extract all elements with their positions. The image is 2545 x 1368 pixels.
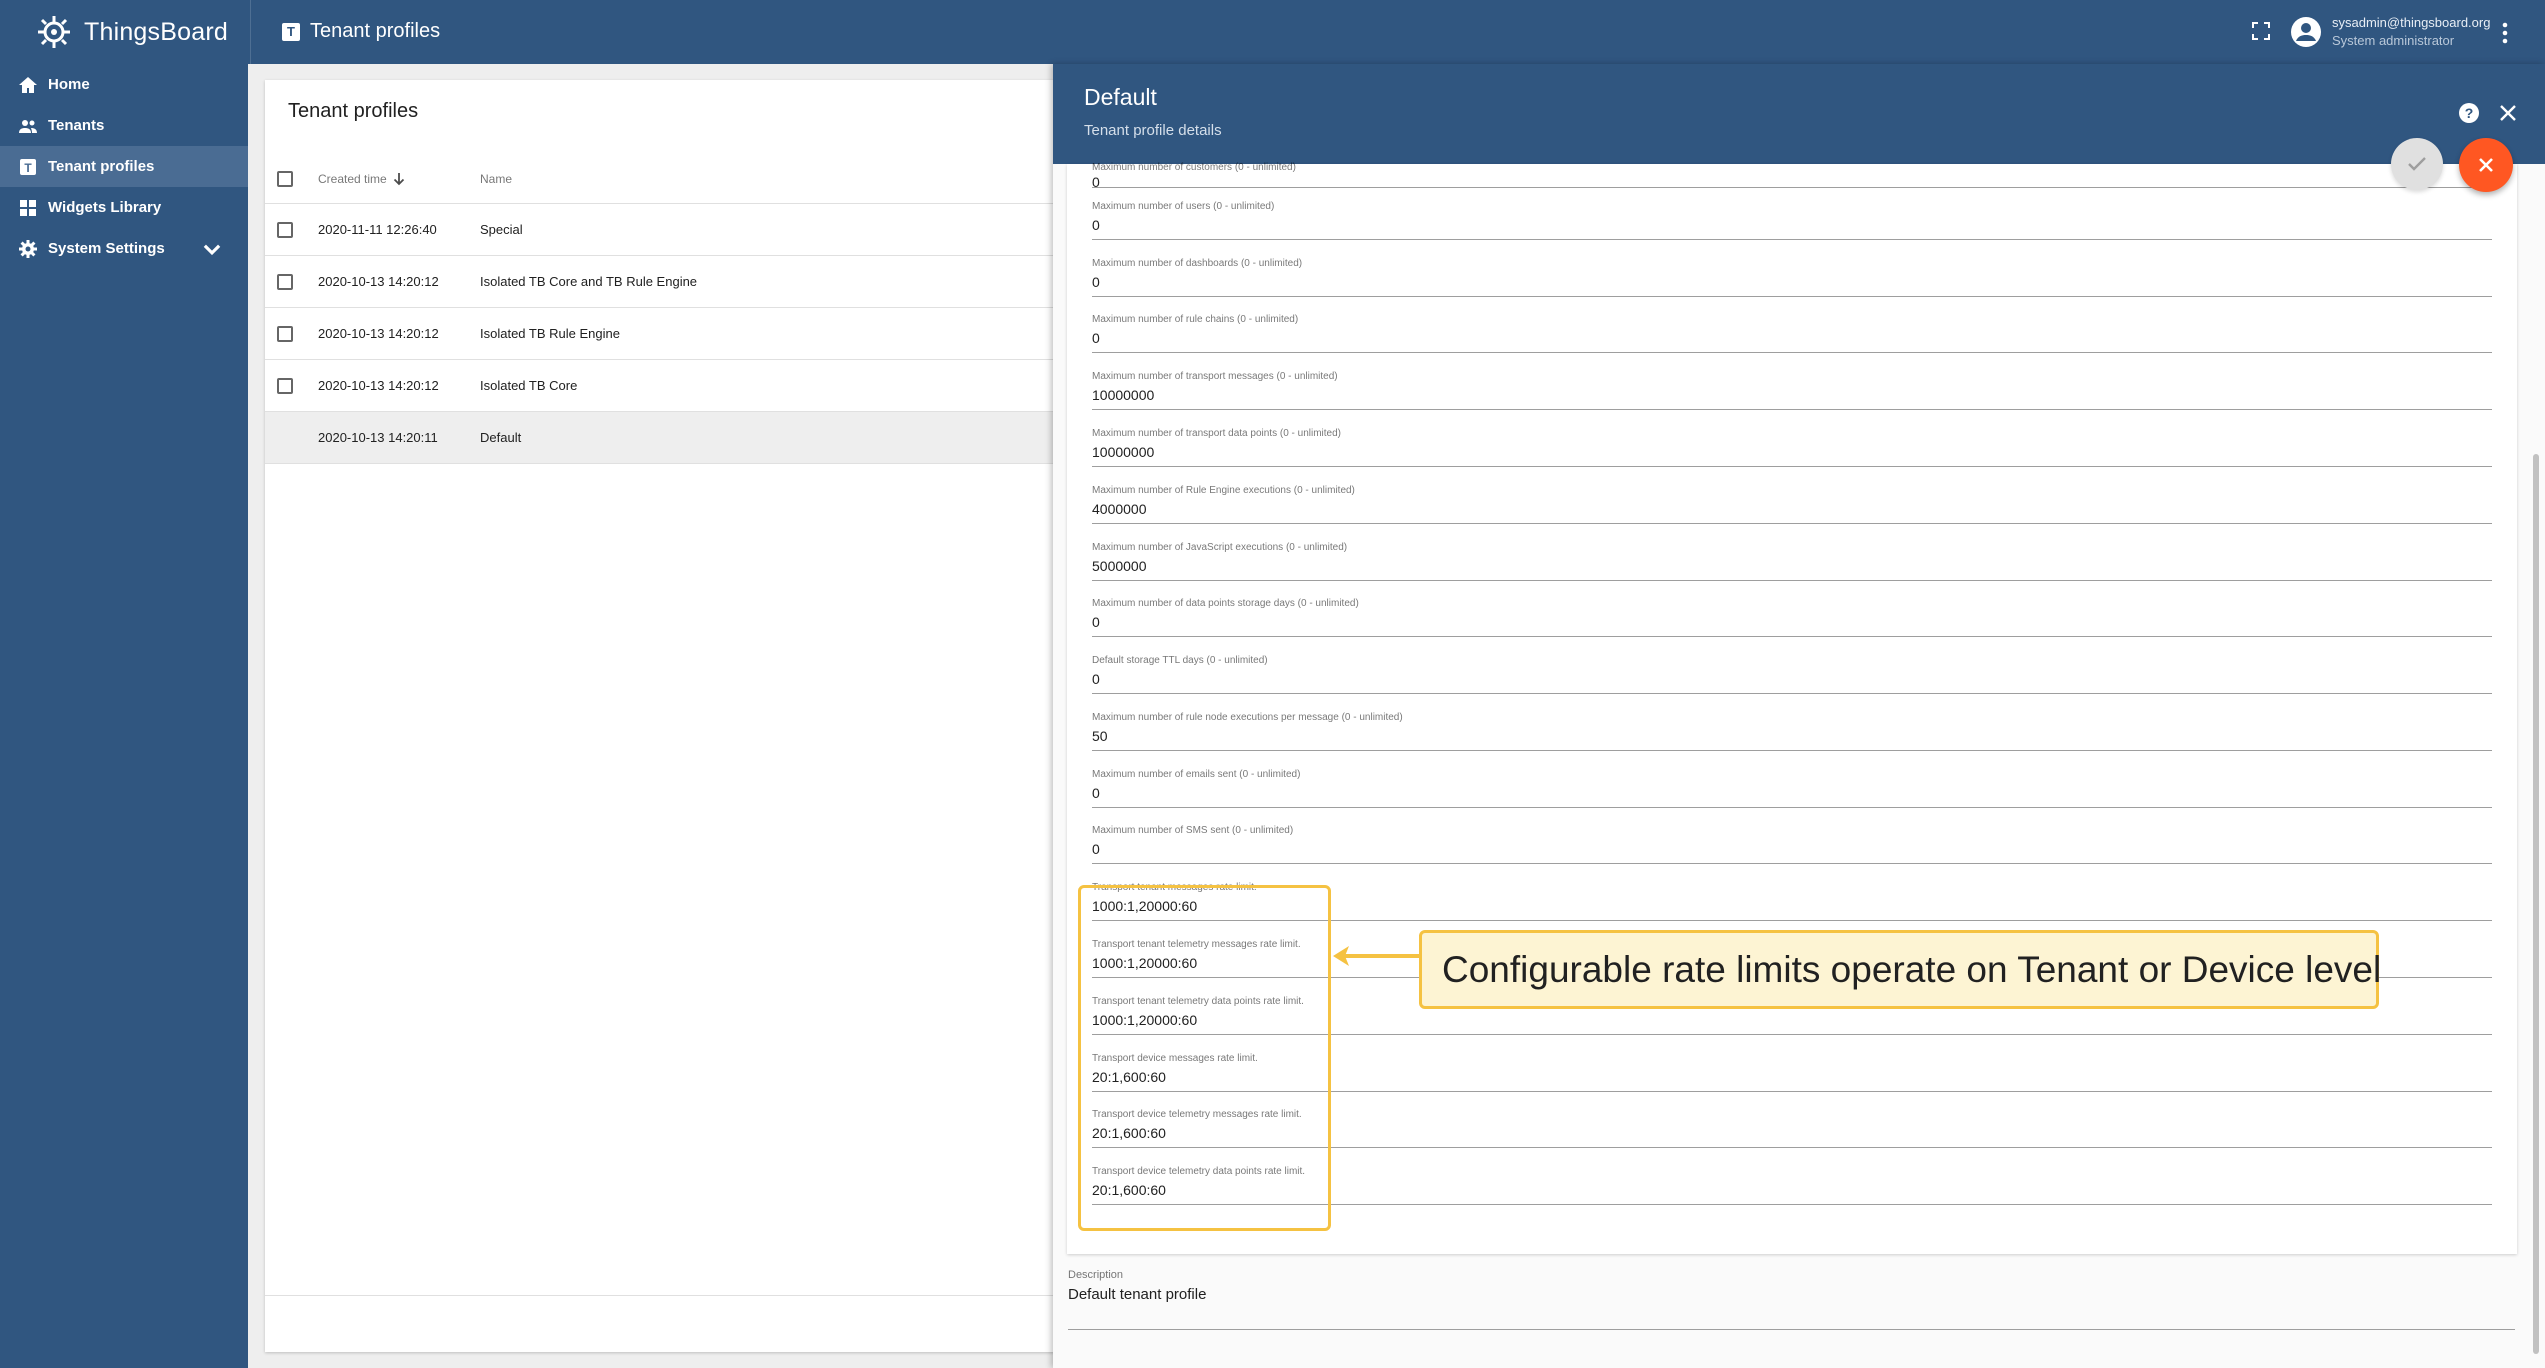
tenant-profile-icon: T (282, 22, 300, 41)
help-icon[interactable]: ? (2458, 102, 2480, 124)
tenant-profile-icon: T (20, 158, 36, 175)
user-menu[interactable]: sysadmin@thingsboard.org System administ… (2290, 14, 2490, 50)
more-vert-icon[interactable] (2502, 22, 2508, 44)
svg-text:T: T (24, 161, 32, 175)
save-button[interactable] (2391, 138, 2443, 190)
account-circle-icon (2291, 17, 2321, 47)
sidebar-item-label: Home (48, 76, 90, 93)
check-icon (2408, 157, 2426, 171)
app-name: ThingsBoard (84, 17, 228, 46)
chevron-down-icon[interactable] (202, 240, 222, 260)
field-max-emails[interactable]: Maximum number of emails sent (0 - unlim… (1092, 769, 2492, 825)
cell-name: Isolated TB Core (480, 378, 578, 393)
field-max-users[interactable]: Maximum number of users (0 - unlimited) … (1092, 201, 2492, 257)
gear-icon (19, 239, 37, 258)
field-max-dashboards[interactable]: Maximum number of dashboards (0 - unlimi… (1092, 258, 2492, 314)
table-title: Tenant profiles (288, 100, 419, 122)
sidebar-item-label: System Settings (48, 240, 165, 257)
field-max-rule-engine-executions[interactable]: Maximum number of Rule Engine executions… (1092, 485, 2492, 541)
rate-limits-highlight-box (1078, 885, 1331, 1231)
select-all-checkbox[interactable] (277, 171, 293, 187)
column-header-created-time[interactable]: Created time (318, 172, 405, 186)
field-max-transport-messages[interactable]: Maximum number of transport messages (0 … (1092, 371, 2492, 427)
cell-name: Isolated TB Core and TB Rule Engine (480, 274, 698, 289)
table-header: Created time Name (265, 154, 1055, 204)
tenant-profiles-table: Tenant profiles Created time Name 2020-1… (265, 80, 1055, 1352)
page-title: T Tenant profiles (282, 20, 440, 43)
sidebar-item-home[interactable]: Home (0, 64, 248, 105)
sidebar-item-label: Tenant profiles (48, 158, 155, 175)
people-icon (19, 119, 37, 133)
sidebar-item-tenant-profiles[interactable]: T Tenant profiles (0, 146, 248, 187)
details-scrollbar[interactable] (2533, 454, 2539, 1354)
field-default-storage-ttl[interactable]: Default storage TTL days (0 - unlimited)… (1092, 655, 2492, 711)
close-icon (2479, 158, 2493, 172)
fullscreen-icon[interactable] (2252, 22, 2270, 40)
row-checkbox[interactable] (277, 274, 293, 290)
thingsboard-logo-icon (38, 16, 70, 48)
sidebar-item-label: Widgets Library (48, 199, 162, 216)
description-label: Description (1068, 1269, 1124, 1281)
rate-limits-callout: Configurable rate limits operate on Tena… (1419, 930, 2381, 1009)
cell-created-time: 2020-10-13 14:20:12 (318, 274, 439, 289)
row-checkbox[interactable] (277, 378, 293, 394)
column-header-name[interactable]: Name (480, 172, 512, 186)
row-checkbox[interactable] (277, 222, 293, 238)
table-row[interactable]: 2020-10-13 14:20:12 Isolated TB Core and… (265, 256, 1055, 308)
close-icon[interactable] (2499, 104, 2517, 122)
field-max-storage-days[interactable]: Maximum number of data points storage da… (1092, 598, 2492, 654)
svg-text:?: ? (2465, 105, 2474, 121)
table-row[interactable]: 2020-10-13 14:20:12 Isolated TB Core (265, 360, 1055, 412)
description-field[interactable]: Default tenant profile (1068, 1286, 1206, 1303)
details-header: Default Tenant profile details ? (1053, 64, 2545, 164)
field-max-rule-node-executions[interactable]: Maximum number of rule node executions p… (1092, 712, 2492, 768)
table-row[interactable]: 2020-11-11 12:26:40 Special (265, 204, 1055, 256)
home-icon (19, 76, 37, 93)
app-logo[interactable]: ThingsBoard (34, 12, 228, 52)
sidebar-item-system-settings[interactable]: System Settings (0, 228, 248, 269)
field-max-javascript-executions[interactable]: Maximum number of JavaScript executions … (1092, 542, 2492, 598)
cell-name: Isolated TB Rule Engine (480, 326, 620, 341)
cell-created-time: 2020-10-13 14:20:12 (318, 378, 439, 393)
table-row-selected[interactable]: 2020-10-13 14:20:11 Default (265, 412, 1055, 464)
row-checkbox[interactable] (277, 326, 293, 342)
field-max-rule-chains[interactable]: Maximum number of rule chains (0 - unlim… (1092, 314, 2492, 370)
table-row[interactable]: 2020-10-13 14:20:12 Isolated TB Rule Eng… (265, 308, 1055, 360)
page-title-text: Tenant profiles (310, 20, 441, 42)
widgets-icon (20, 199, 36, 216)
sidebar: Home Tenants T Tenant profiles Widgets L… (0, 64, 248, 1368)
sidebar-item-label: Tenants (48, 117, 105, 134)
cancel-edit-button[interactable] (2459, 138, 2513, 192)
callout-arrow-icon (1333, 946, 1421, 966)
table-footer-divider (265, 1295, 1055, 1296)
user-role: System administrator (2332, 33, 2455, 48)
sort-arrow-down-icon (393, 173, 404, 186)
toolbar-divider (250, 0, 251, 64)
field-max-transport-data-points[interactable]: Maximum number of transport data points … (1092, 428, 2492, 484)
details-subtitle: Tenant profile details (1084, 122, 1222, 139)
cell-created-time: 2020-11-11 12:26:40 (318, 222, 437, 237)
field-max-sms[interactable]: Maximum number of SMS sent (0 - unlimite… (1092, 825, 2492, 881)
description-underline (1068, 1329, 2515, 1330)
cell-created-time: 2020-10-13 14:20:11 (318, 430, 438, 445)
user-email: sysadmin@thingsboard.org (2332, 15, 2491, 30)
cell-name: Special (480, 222, 523, 237)
cell-created-time: 2020-10-13 14:20:12 (318, 326, 439, 341)
cell-name: Default (480, 430, 522, 445)
sidebar-item-tenants[interactable]: Tenants (0, 105, 248, 146)
top-toolbar: ThingsBoard T Tenant profiles sysadmin@t… (0, 0, 2545, 64)
sidebar-item-widgets-library[interactable]: Widgets Library (0, 187, 248, 228)
details-title: Default (1084, 84, 1157, 110)
